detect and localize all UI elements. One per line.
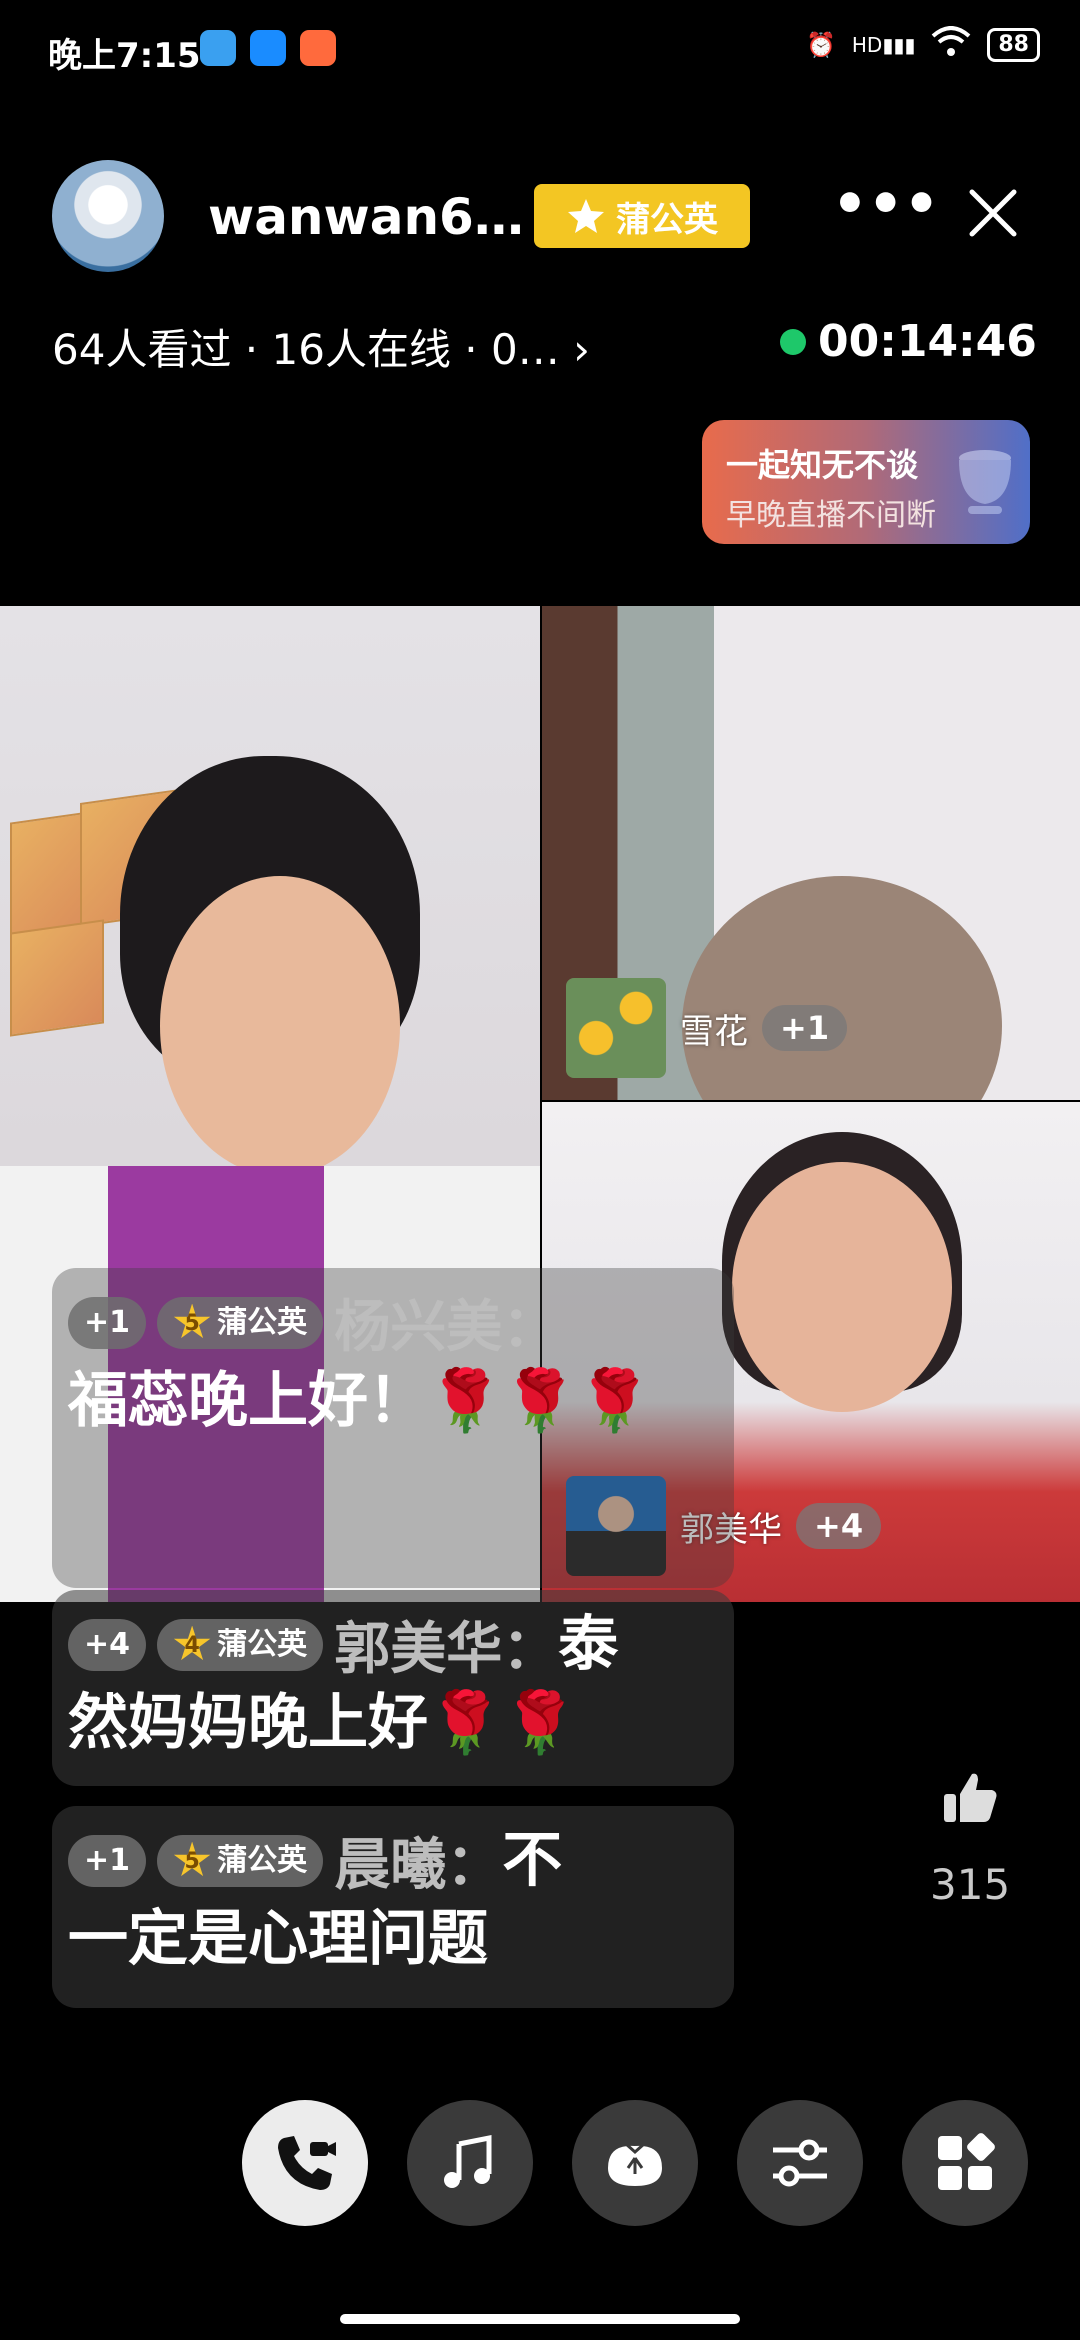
guest-face bbox=[732, 1162, 952, 1412]
guest-label: 雪花 +1 bbox=[566, 978, 848, 1078]
gift-button[interactable] bbox=[572, 2100, 698, 2226]
home-indicator[interactable] bbox=[340, 2314, 740, 2324]
chat-level-label: 蒲公英 bbox=[217, 1842, 308, 1878]
live-timer-value: 00:14:46 bbox=[818, 316, 1037, 367]
promo-banner[interactable]: 一起知无不谈 早晚直播不间断 bbox=[702, 420, 1030, 544]
guest-video[interactable]: 雪花 +1 bbox=[542, 606, 1080, 1100]
host-face bbox=[160, 876, 400, 1176]
close-button[interactable] bbox=[962, 182, 1024, 244]
chat-message[interactable]: +4 4 蒲公英 郭美华：泰 然妈妈晚上好🌹🌹 bbox=[52, 1590, 734, 1786]
music-icon bbox=[444, 2134, 492, 2188]
call-button[interactable] bbox=[242, 2100, 368, 2226]
chat-text-start: 泰 bbox=[558, 1609, 619, 1680]
host-avatar[interactable] bbox=[52, 160, 164, 272]
status-icons: ⏰ HD▮▮▮ 88 bbox=[806, 26, 1040, 64]
wall-poster bbox=[10, 919, 104, 1037]
chat-gift-chip: +4 bbox=[68, 1618, 147, 1671]
app-notification-icon bbox=[200, 30, 236, 66]
settings-button[interactable] bbox=[737, 2100, 863, 2226]
level-badge-label: 蒲公英 bbox=[616, 199, 718, 240]
call-icon bbox=[278, 2136, 336, 2190]
star-level-icon: 4 bbox=[173, 1625, 211, 1661]
chat-gift-chip: +1 bbox=[68, 1834, 147, 1887]
thumbs-up-icon bbox=[944, 1773, 997, 1822]
chat-level-badge: 4 蒲公英 bbox=[157, 1618, 324, 1671]
teacup-icon bbox=[959, 450, 1011, 514]
settings-sliders-icon bbox=[773, 2139, 827, 2187]
star-level-icon: 5 bbox=[173, 1303, 211, 1339]
apps-grid-icon bbox=[938, 2133, 995, 2190]
chat-message[interactable]: +1 5 蒲公英 晨曦：不 一定是心理问题 bbox=[52, 1806, 734, 2008]
star-badge-icon bbox=[568, 199, 604, 233]
chat-level-label: 蒲公英 bbox=[217, 1626, 308, 1662]
chat-sender[interactable]: 杨兴美： bbox=[334, 1295, 558, 1360]
live-indicator-icon bbox=[780, 328, 806, 355]
chat-level-badge: 5 蒲公英 bbox=[157, 1834, 324, 1887]
guest-gift-count: +4 bbox=[796, 1503, 882, 1549]
chat-level-badge: 5 蒲公英 bbox=[157, 1296, 324, 1349]
chat-text-start: 不 bbox=[502, 1825, 563, 1896]
status-time: 晚上7:15 bbox=[48, 36, 201, 76]
alarm-icon: ⏰ bbox=[806, 31, 836, 59]
promo-subtitle: 早晚直播不间断 bbox=[726, 498, 936, 533]
guest-name: 雪花 bbox=[680, 1011, 748, 1052]
more-options-button[interactable]: ••• bbox=[832, 177, 939, 240]
guest-avatar[interactable] bbox=[566, 978, 666, 1078]
chat-text: 福蕊晚上好！🌹🌹🌹 bbox=[68, 1366, 653, 1436]
chat-gift-chip: +1 bbox=[68, 1296, 147, 1349]
app-notification-icon bbox=[300, 30, 336, 66]
status-bar: 晚上7:15 ⏰ HD▮▮▮ 88 bbox=[0, 0, 1080, 100]
room-stats[interactable]: 64人看过 · 16人在线 · 0… › bbox=[52, 316, 590, 377]
app-notification-icon bbox=[250, 30, 286, 66]
music-button[interactable] bbox=[407, 2100, 533, 2226]
battery-icon: 88 bbox=[987, 28, 1040, 62]
chat-message[interactable]: +1 5 蒲公英 杨兴美： 福蕊晚上好！🌹🌹🌹 bbox=[52, 1268, 734, 1588]
chat-level-label: 蒲公英 bbox=[217, 1304, 308, 1340]
chat-sender[interactable]: 郭美华： bbox=[334, 1617, 558, 1682]
like-button[interactable] bbox=[940, 1768, 1000, 1828]
level-badge[interactable]: 蒲公英 bbox=[534, 184, 750, 248]
chat-sender[interactable]: 晨曦： bbox=[334, 1833, 502, 1898]
apps-button[interactable] bbox=[902, 2100, 1028, 2226]
close-icon bbox=[969, 189, 1017, 237]
like-count: 315 bbox=[930, 1860, 1011, 1909]
signal-icon: HD▮▮▮ bbox=[851, 33, 916, 57]
host-username[interactable]: wanwan6… bbox=[208, 188, 524, 246]
guest-gift-count: +1 bbox=[762, 1005, 848, 1051]
chat-text: 然妈妈晚上好🌹🌹 bbox=[68, 1688, 578, 1758]
promo-title: 一起知无不谈 bbox=[726, 446, 919, 484]
star-level-icon: 5 bbox=[173, 1841, 211, 1877]
gift-bag-icon bbox=[608, 2142, 662, 2186]
chat-text: 一定是心理问题 bbox=[68, 1904, 488, 1974]
live-timer: 00:14:46 bbox=[780, 316, 1037, 367]
wifi-icon bbox=[931, 26, 971, 64]
